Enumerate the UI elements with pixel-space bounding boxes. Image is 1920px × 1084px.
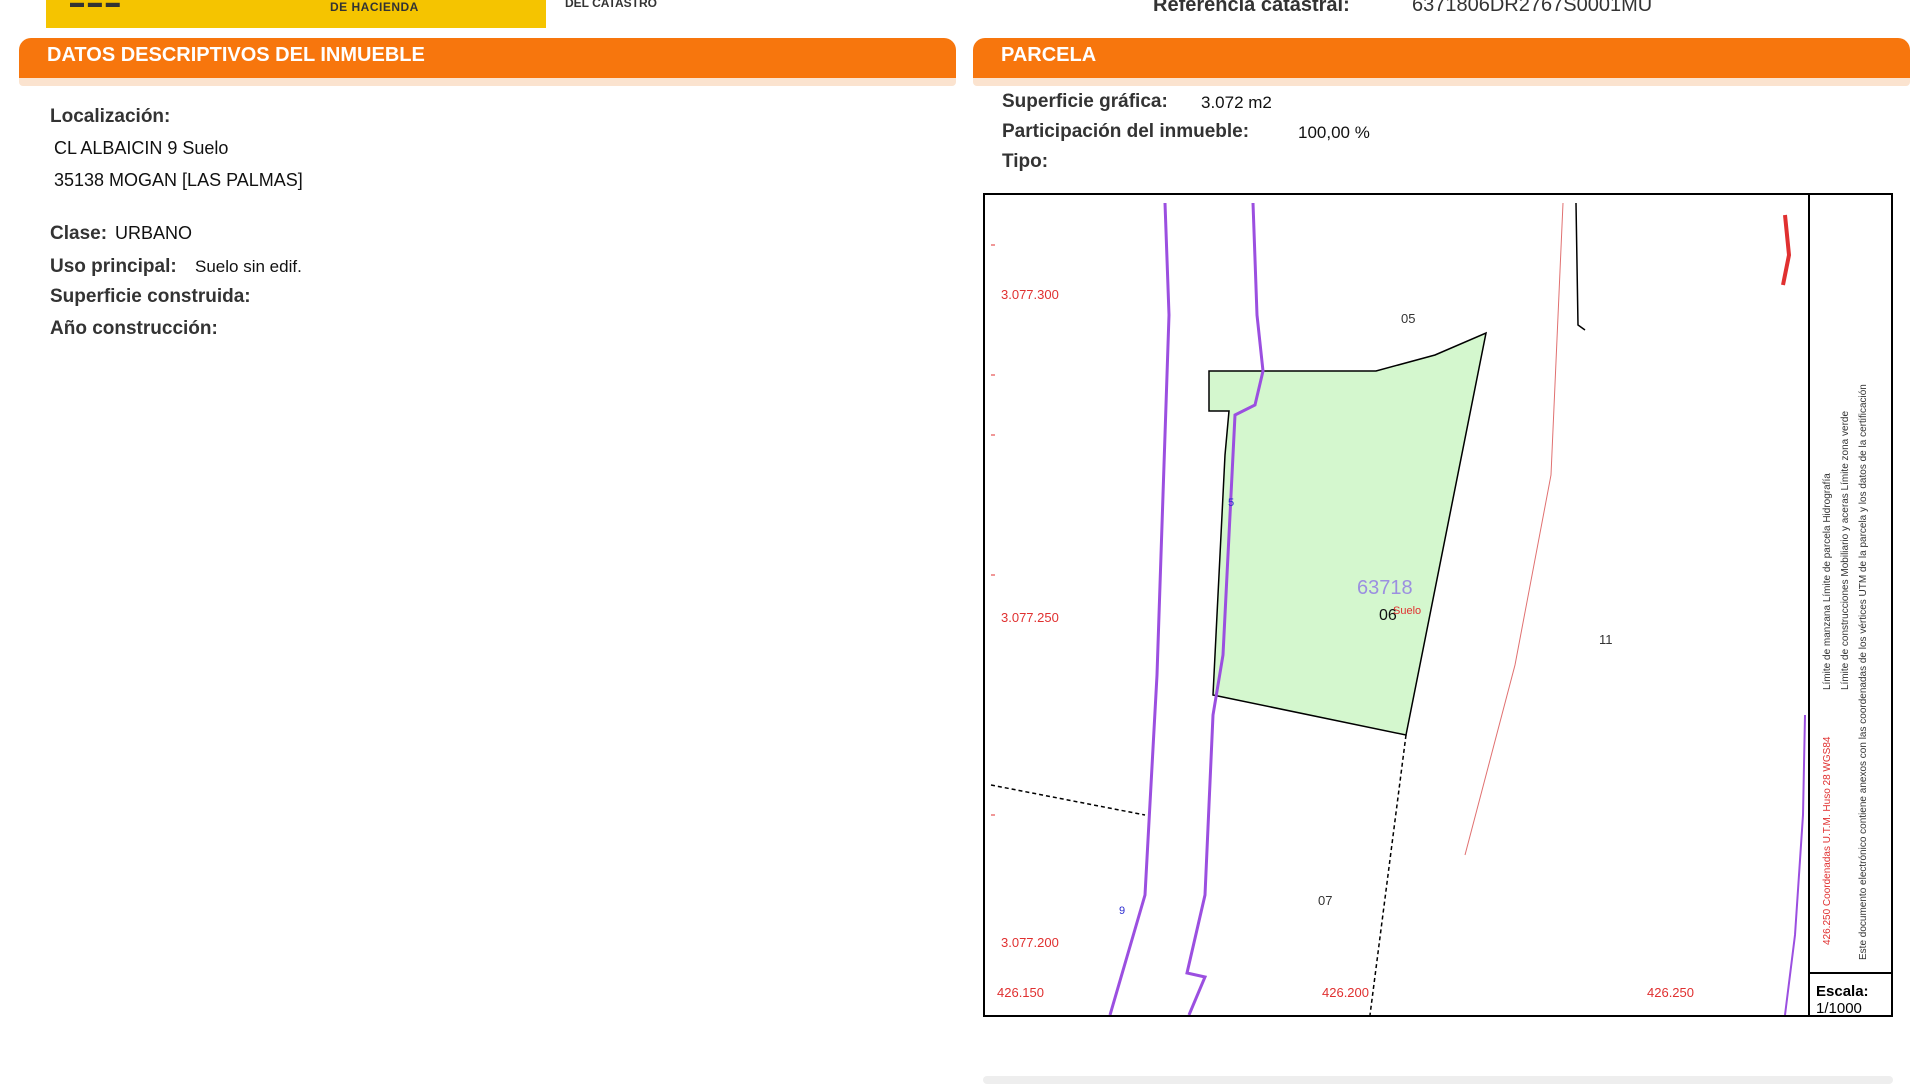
street-number-9: 9 [1119, 905, 1126, 917]
uso-principal-value: Suelo sin edif. [195, 257, 302, 276]
lot-label-11: 11 [1599, 632, 1613, 647]
x-coord-left: 426.150 [997, 985, 1044, 1000]
y-coord-bottom: 3.077.200 [1001, 935, 1059, 950]
address-line-1: CL ALBAICIN 9 Suelo [54, 138, 229, 158]
logo-marks: ▬ ▬ ▬ [70, 0, 120, 10]
clase-label: Clase: [50, 223, 108, 244]
lot-label-05: 05 [1401, 311, 1416, 326]
legend-col-3: Este documento electrónico contiene anex… [1858, 384, 1869, 960]
superficie-grafica-value: 3.072 m2 [1201, 93, 1272, 112]
catastro-subtitle: DEL CATASTRO [565, 0, 657, 10]
tipo-label: Tipo: [1002, 151, 1049, 172]
ministry-logo-block [46, 0, 546, 28]
legend-col-2: Límite de construcciones Mobiliario y ac… [1840, 410, 1851, 690]
map-drawing [990, 202, 1806, 1015]
street-line-far-right [1784, 714, 1806, 1015]
legend-separator [1808, 193, 1810, 1017]
suelo-label: Suelo [1393, 605, 1422, 617]
section-header-datos: DATOS DESCRIPTIVOS DEL INMUEBLE [19, 38, 956, 86]
lot-line-top [1575, 202, 1586, 331]
north-arrow [1781, 214, 1792, 286]
lot-line-dashed-right [1369, 734, 1407, 1015]
address-line-2: 35138 MOGAN [LAS PALMAS] [54, 170, 303, 190]
reference-value: 6371806DR2767S0001MU [1412, 0, 1653, 16]
legend-col-1: Límite de manzana Límite de parcela Hidr… [1822, 473, 1833, 690]
superficie-grafica-label: Superficie gráfica: [1002, 91, 1168, 112]
section-header-parcela: PARCELA [973, 38, 1910, 86]
cadastral-map: 3.077.300 3.077.250 3.077.200 426.150 42… [983, 193, 1893, 1017]
lot-line-dashed-left [990, 784, 1146, 816]
section-title-datos: DATOS DESCRIPTIVOS DEL INMUEBLE [47, 44, 425, 66]
street-number-5: 5 [1228, 497, 1235, 509]
street-line-left [1108, 202, 1171, 1015]
clase-value: URBANO [115, 223, 193, 243]
section-title-parcela: PARCELA [1001, 44, 1097, 66]
y-coord-top: 3.077.300 [1001, 287, 1059, 302]
participacion-value: 100,00 % [1298, 123, 1370, 142]
legend-utm: 426.250 Coordenadas U.T.M. Huso 28 WGS84 [1822, 736, 1833, 945]
y-coord-mid: 3.077.250 [1001, 610, 1059, 625]
parcel-polygon [1208, 331, 1488, 736]
lot-label-07: 07 [1318, 893, 1333, 908]
parcel-id-label: 63718 [1357, 577, 1413, 599]
red-boundary-line [1464, 202, 1564, 856]
logo-text: DE HACIENDA [330, 0, 419, 14]
uso-principal-label: Uso principal: [50, 256, 177, 277]
scale-label: Escala: [1816, 983, 1869, 1000]
grid-ticks [991, 244, 995, 816]
x-coord-right: 426.250 [1647, 985, 1694, 1000]
bottom-divider [983, 1076, 1893, 1084]
reference-label: Referencia catastral: [1153, 0, 1350, 16]
anio-construccion-label: Año construcción: [50, 318, 218, 339]
localizacion-label: Localización: [50, 106, 171, 127]
x-coord-mid: 426.200 [1322, 985, 1369, 1000]
participacion-label: Participación del inmueble: [1002, 121, 1250, 142]
scale-value: 1/1000 [1816, 1000, 1862, 1017]
superficie-construida-label: Superficie construida: [50, 286, 251, 307]
